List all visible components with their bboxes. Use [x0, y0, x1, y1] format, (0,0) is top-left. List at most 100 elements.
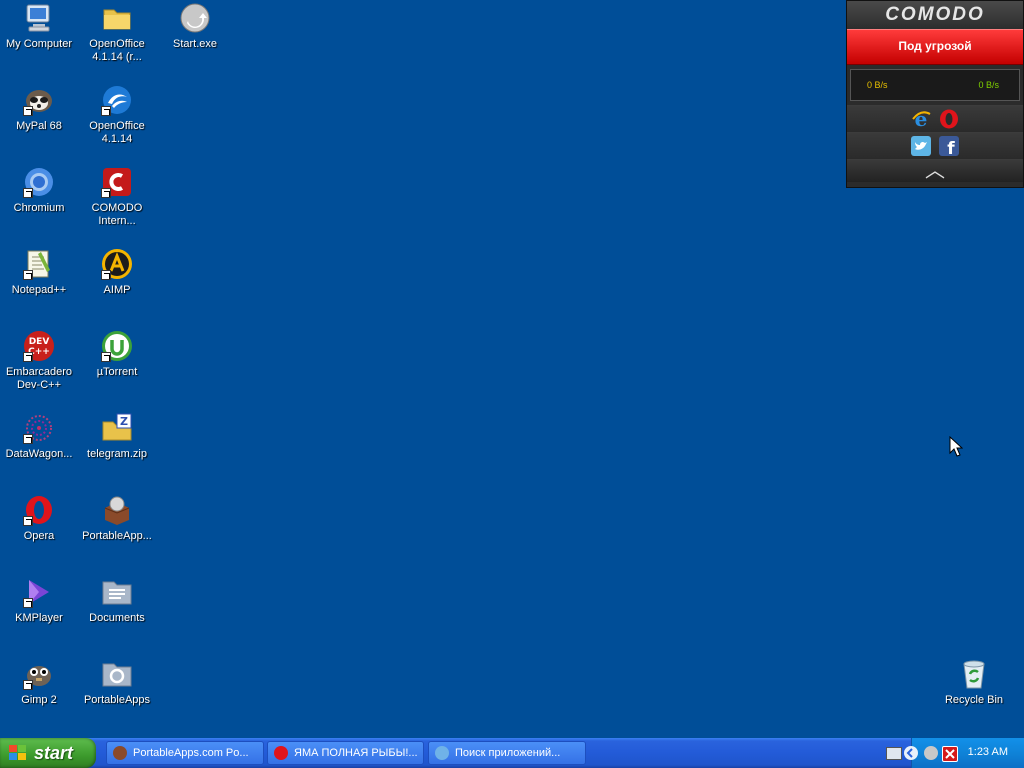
- desktop-icon-telegram-zip[interactable]: Z telegram.zip: [78, 412, 156, 461]
- desktop-icon-datawagon[interactable]: DataWagon...: [0, 412, 78, 461]
- gimp-icon: [23, 658, 55, 690]
- desktop-icon-portableapps-folder[interactable]: PortableApps: [78, 658, 156, 707]
- desktop: My Computer MyPal 68 Chromium Notepad++ …: [0, 0, 1024, 738]
- desktop-icon-openoffice-folder[interactable]: OpenOffice 4.1.14 (r...: [78, 2, 156, 64]
- opera-icon: [23, 494, 55, 526]
- desktop-icon-aimp[interactable]: AIMP: [78, 248, 156, 297]
- desktop-icon-recycle-bin[interactable]: Recycle Bin: [935, 658, 1013, 707]
- desktop-icon-label: My Computer: [5, 38, 73, 50]
- desktop-icon-label: Chromium: [13, 202, 65, 214]
- show-hidden-icons-chevron-icon[interactable]: [904, 746, 918, 760]
- desktop-icon-label: Embarcadero Dev-C++: [5, 366, 73, 391]
- desktop-icon-my-computer[interactable]: My Computer: [0, 2, 78, 51]
- taskbar: start PortableApps.com Po... ЯМА ПОЛНАЯ …: [0, 738, 1024, 768]
- kmplayer-icon: [23, 576, 55, 608]
- shortcut-arrow-icon: [23, 188, 33, 198]
- openoffice-icon: [101, 84, 133, 116]
- shortcut-arrow-icon: [101, 270, 111, 280]
- start-button[interactable]: start: [0, 738, 96, 768]
- comodo-brand: COMODO: [847, 1, 1023, 29]
- desktop-icon-label: PortableApps: [83, 694, 151, 706]
- start-label: start: [34, 743, 74, 763]
- raccoon-icon: [23, 84, 55, 116]
- taskbar-button-opera[interactable]: ЯМА ПОЛНАЯ РЫБЫ!...: [267, 741, 424, 765]
- keyboard-icon[interactable]: [886, 747, 902, 760]
- traffic-out-value: 0 B/s: [978, 80, 999, 90]
- comodo-traffic-meter: 0 B/s 0 B/s: [850, 69, 1020, 101]
- desktop-icon-label: MyPal 68: [16, 120, 62, 132]
- shortcut-arrow-icon: [101, 352, 111, 362]
- desktop-icon-label: Opera: [23, 530, 55, 542]
- facebook-icon[interactable]: f: [939, 136, 959, 159]
- comodo-widget[interactable]: COMODO Под угрозой 0 B/s 0 B/s e f ︿: [846, 0, 1024, 188]
- traffic-in-value: 0 B/s: [867, 80, 888, 90]
- shortcut-arrow-icon: [101, 106, 111, 116]
- shortcut-arrow-icon: [23, 680, 33, 690]
- portableapps-platform-icon: [101, 494, 133, 526]
- documents-folder-icon: [101, 576, 133, 608]
- computer-icon: [23, 2, 55, 34]
- shortcut-arrow-icon: [23, 106, 33, 116]
- shortcut-arrow-icon: [101, 188, 111, 198]
- desktop-icon-comodo[interactable]: COMODO Intern...: [78, 166, 156, 228]
- desktop-icon-label: AIMP: [103, 284, 131, 296]
- svg-text:Z: Z: [120, 415, 128, 428]
- portableapps-tray-icon[interactable]: [924, 746, 938, 760]
- opera-icon: [274, 746, 288, 760]
- desktop-icon-label: KMPlayer: [15, 612, 63, 624]
- desktop-icon-label: Recycle Bin: [944, 694, 1004, 706]
- desktop-icon-label: µTorrent: [96, 366, 138, 378]
- desktop-icon-devcpp[interactable]: DEV C++ Embarcadero Dev-C++: [0, 330, 78, 392]
- zip-folder-icon: Z: [101, 412, 133, 444]
- desktop-icon-label: telegram.zip: [87, 448, 147, 460]
- desktop-icon-openoffice[interactable]: OpenOffice 4.1.14: [78, 84, 156, 146]
- desktop-icon-start-exe[interactable]: Start.exe: [156, 2, 234, 51]
- comodo-browser-row: e: [847, 105, 1023, 132]
- folder-icon: [101, 2, 133, 34]
- desktop-icon-label: Start.exe: [172, 38, 218, 50]
- desktop-icon-opera[interactable]: Opera: [0, 494, 78, 543]
- svg-text:f: f: [947, 139, 955, 156]
- comodo-icon: [101, 166, 133, 198]
- desktop-icon-label: DataWagon...: [5, 448, 73, 460]
- shortcut-arrow-icon: [23, 598, 33, 608]
- desktop-icon-notepadpp[interactable]: Notepad++: [0, 248, 78, 297]
- shortcut-arrow-icon: [23, 270, 33, 280]
- desktop-icon-gimp[interactable]: Gimp 2: [0, 658, 78, 707]
- taskbar-button-app-search[interactable]: Поиск приложений...: [428, 741, 586, 765]
- desktop-icon-kmplayer[interactable]: KMPlayer: [0, 576, 78, 625]
- chromium-icon: [23, 166, 55, 198]
- desktop-icon-label: OpenOffice 4.1.14 (r...: [89, 38, 145, 63]
- chevron-up-icon[interactable]: ︿: [847, 159, 1023, 182]
- taskbar-button-label: PortableApps.com Po...: [133, 747, 249, 759]
- desktop-icon-portableapps-exe[interactable]: PortableApp...: [78, 494, 156, 543]
- desktop-icon-mypal[interactable]: MyPal 68: [0, 84, 78, 133]
- taskbar-button-label: Поиск приложений...: [455, 747, 561, 759]
- globe-icon: [435, 746, 449, 760]
- taskbar-button-portableapps[interactable]: PortableApps.com Po...: [106, 741, 264, 765]
- devcpp-icon: DEV C++: [23, 330, 55, 362]
- desktop-icon-label: Gimp 2: [21, 694, 57, 706]
- portableapps-icon: [113, 746, 127, 760]
- windows-flag-icon: [9, 745, 27, 761]
- aimp-icon: [101, 248, 133, 280]
- taskbar-button-label: ЯМА ПОЛНАЯ РЫБЫ!...: [294, 747, 418, 759]
- desktop-icon-label: PortableApp...: [82, 530, 152, 542]
- comodo-status-button[interactable]: Под угрозой: [847, 29, 1023, 65]
- desktop-icon-documents[interactable]: Documents: [78, 576, 156, 625]
- portableapps-folder-icon: [101, 658, 133, 690]
- opera-icon[interactable]: [939, 109, 959, 129]
- desktop-icon-label: COMODO Intern...: [91, 202, 143, 227]
- clock[interactable]: 1:23 AM: [968, 746, 1008, 758]
- desktop-icon-label: Documents: [89, 612, 145, 624]
- system-tray: 1:23 AM: [886, 738, 1024, 768]
- desktop-icon-chromium[interactable]: Chromium: [0, 166, 78, 215]
- utorrent-icon: [101, 330, 133, 362]
- comodo-social-row: f: [847, 132, 1023, 159]
- desktop-icon-utorrent[interactable]: µTorrent: [78, 330, 156, 379]
- internet-explorer-icon[interactable]: e: [911, 107, 931, 131]
- desktop-icon-label: Notepad++: [11, 284, 67, 296]
- twitter-icon[interactable]: [911, 136, 931, 156]
- comodo-tray-icon[interactable]: [942, 746, 958, 762]
- datawagon-icon: [23, 412, 55, 444]
